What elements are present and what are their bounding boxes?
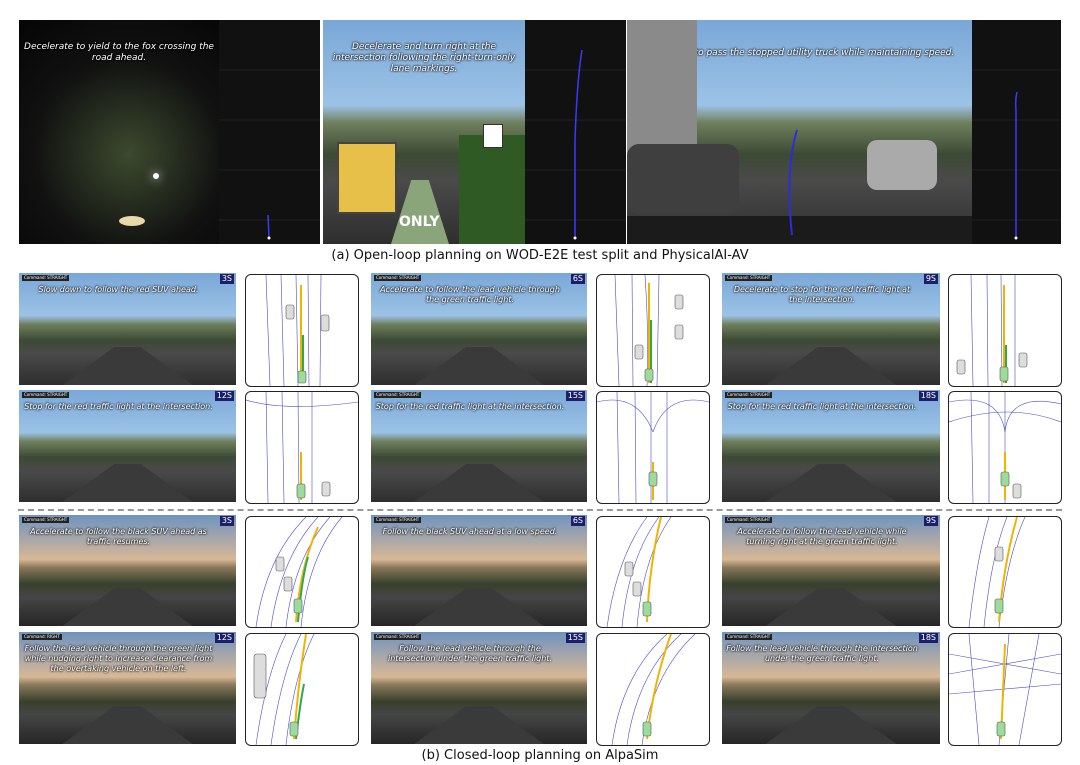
turn-sign	[483, 124, 503, 148]
bev-plot-bottom-3s	[245, 516, 359, 628]
closed-loop-caption: Slow down to follow the red SUV ahead.	[38, 285, 199, 294]
bev-plot-top-15s	[596, 391, 710, 504]
open-loop-caption-2: Decelerate and turn right at the interse…	[332, 42, 516, 74]
closed-loop-caption: Follow the lead vehicle through the inte…	[726, 644, 918, 663]
command-badge: Command: RIGHT	[22, 634, 62, 640]
command-badge: Command: STRAIGHT	[725, 392, 773, 398]
time-badge: 18S	[918, 391, 938, 401]
time-badge: 3S	[219, 516, 234, 526]
time-badge: 15S	[565, 633, 585, 643]
closed-loop-caption: Follow the lead vehicle through the gree…	[24, 644, 213, 673]
time-badge: 6S	[570, 516, 585, 526]
closed-loop-caption: Accelerate to follow the lead vehicle th…	[380, 285, 560, 304]
bev-plot-bottom-6s	[596, 516, 710, 628]
open-loop-camera-1: Decelerate to yield to the fox crossing …	[19, 20, 219, 244]
closed-loop-camera-top-12s: Command: STRAIGHT 12S Stop for the red t…	[19, 390, 236, 502]
closed-loop-camera-top-15s: Command: STRAIGHT 15S Stop for the red t…	[371, 390, 587, 502]
bev-plot-bottom-9s	[948, 516, 1062, 628]
closed-loop-caption: Follow the black SUV ahead at a low spee…	[382, 527, 558, 536]
command-badge: Command: STRAIGHT	[725, 634, 773, 640]
bus	[337, 142, 397, 214]
closed-loop-camera-bottom-6s: Command: STRAIGHT 6S Follow the black SU…	[371, 515, 587, 626]
command-badge: Command: STRAIGHT	[725, 517, 773, 523]
closed-loop-caption: Decelerate to stop for the red traffic l…	[733, 285, 911, 304]
time-badge: 6S	[570, 274, 585, 284]
closed-loop-caption: Stop for the red traffic light at the in…	[727, 402, 917, 411]
lane-marking-text: ONLY	[399, 214, 440, 230]
fox	[119, 216, 145, 226]
open-loop-camera-3: Nudge left to pass the stopped utility t…	[627, 20, 972, 244]
closed-loop-caption: Stop for the red traffic light at the in…	[24, 402, 213, 411]
closed-loop-caption: Stop for the red traffic light at the in…	[375, 402, 565, 411]
command-badge: Command: STRAIGHT	[22, 275, 70, 281]
time-badge: 3S	[219, 274, 234, 284]
time-badge: 9S	[923, 274, 938, 284]
closed-loop-camera-top-3s: Command: STRAIGHT 3S Slow down to follow…	[19, 273, 236, 385]
group-divider	[18, 509, 1062, 511]
open-loop-plot-3	[972, 20, 1061, 244]
closed-loop-camera-top-18s: Command: STRAIGHT 18S Stop for the red t…	[722, 390, 940, 502]
bev-plot-top-6s	[596, 274, 710, 387]
closed-loop-camera-bottom-3s: Command: STRAIGHT 3S Accelerate to follo…	[19, 515, 236, 626]
bev-plot-top-9s	[948, 274, 1062, 387]
command-badge: Command: STRAIGHT	[725, 275, 773, 281]
time-badge: 15S	[565, 391, 585, 401]
time-badge: 12S	[214, 391, 234, 401]
closed-loop-camera-bottom-9s: Command: STRAIGHT 9S Accelerate to follo…	[722, 515, 940, 626]
time-badge: 18S	[918, 633, 938, 643]
open-loop-plot-2	[525, 20, 626, 244]
closed-loop-caption: Accelerate to follow the lead vehicle wh…	[737, 527, 907, 546]
street-light	[153, 173, 159, 179]
open-loop-caption-1: Decelerate to yield to the fox crossing …	[24, 42, 214, 63]
command-badge: Command: STRAIGHT	[22, 517, 70, 523]
command-badge: Command: STRAIGHT	[22, 392, 70, 398]
caption-a: (a) Open-loop planning on WOD-E2E test s…	[331, 248, 749, 263]
open-loop-camera-2: Decelerate and turn right at the interse…	[323, 20, 525, 244]
closed-loop-camera-top-6s: Command: STRAIGHT 6S Accelerate to follo…	[371, 273, 587, 385]
closed-loop-caption: Follow the lead vehicle through the inte…	[387, 644, 552, 663]
open-loop-plot-1	[219, 20, 320, 244]
hedge	[459, 135, 525, 244]
time-badge: 9S	[923, 516, 938, 526]
closed-loop-caption: Accelerate to follow the black SUV ahead…	[30, 527, 207, 546]
time-badge: 12S	[214, 633, 234, 643]
bev-plot-bottom-12s	[245, 633, 359, 746]
bike-lane	[391, 180, 449, 244]
bev-plot-top-12s	[245, 391, 359, 504]
command-badge: Command: STRAIGHT	[374, 634, 422, 640]
command-badge: Command: STRAIGHT	[374, 392, 422, 398]
closed-loop-camera-bottom-12s: Command: RIGHT 12S Follow the lead vehic…	[19, 632, 236, 744]
closed-loop-camera-bottom-15s: Command: STRAIGHT 15S Follow the lead ve…	[371, 632, 587, 744]
bev-plot-bottom-18s	[948, 633, 1062, 746]
caption-b: (b) Closed-loop planning on AlpaSim	[421, 748, 659, 763]
command-badge: Command: STRAIGHT	[374, 517, 422, 523]
closed-loop-camera-top-9s: Command: STRAIGHT 9S Decelerate to stop …	[722, 273, 940, 385]
bev-plot-top-18s	[948, 391, 1062, 504]
closed-loop-camera-bottom-18s: Command: STRAIGHT 18S Follow the lead ve…	[722, 632, 940, 744]
bev-plot-bottom-15s	[596, 633, 710, 746]
command-badge: Command: STRAIGHT	[374, 275, 422, 281]
bev-plot-top-3s	[245, 274, 359, 387]
